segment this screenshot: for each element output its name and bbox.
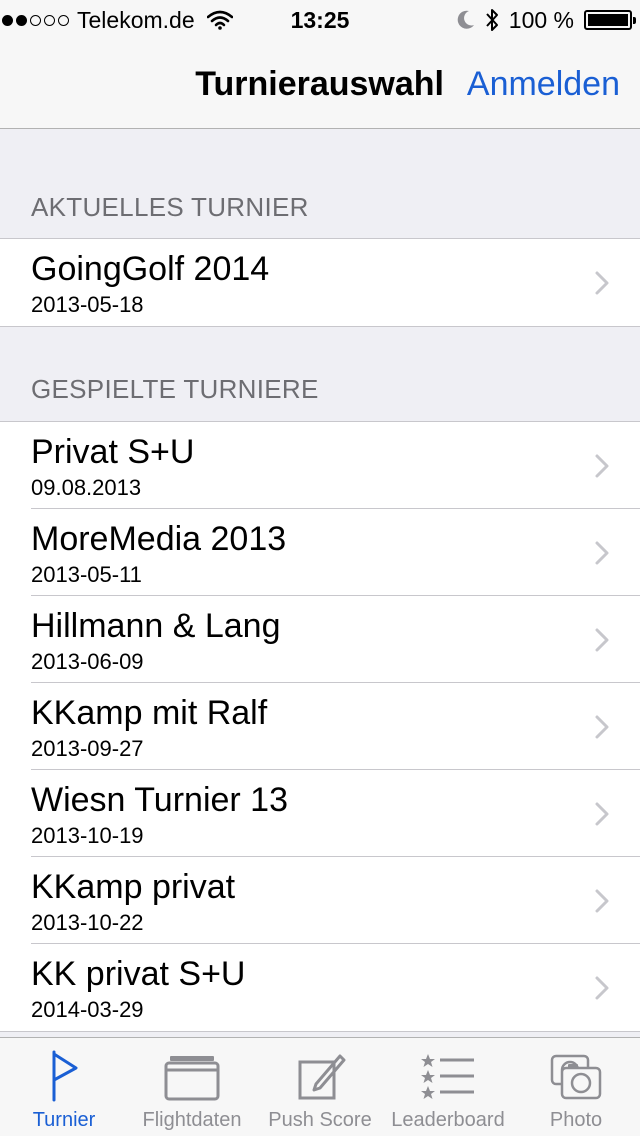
do-not-disturb-icon — [457, 10, 474, 29]
tournament-name: Wiesn Turnier 13 — [31, 781, 288, 819]
tab-label: Leaderboard — [391, 1109, 505, 1131]
chevron-right-icon — [595, 802, 609, 826]
tournament-date: 2013-09-27 — [31, 736, 144, 761]
tournament-date: 2013-10-19 — [31, 823, 144, 848]
list-item[interactable]: Hillmann & Lang 2013-06-09 — [0, 595, 640, 683]
tab-push-score[interactable]: Push Score — [256, 1038, 384, 1136]
section-header-current: AKTUELLES TURNIER — [31, 192, 309, 222]
list-item[interactable]: KKamp mit Ralf 2013-09-27 — [0, 682, 640, 770]
leaderboard-icon — [421, 1054, 474, 1099]
tournament-name: KK privat S+U — [31, 955, 246, 993]
status-bar: Telekom.de 13:25 100 % — [0, 0, 640, 40]
tournament-date: 2013-10-22 — [31, 910, 144, 935]
tab-leaderboard[interactable]: Leaderboard — [384, 1038, 512, 1136]
tab-flightdaten[interactable]: Flightdaten — [128, 1038, 256, 1136]
status-right: 100 % — [457, 6, 636, 34]
flag-icon — [52, 1050, 78, 1102]
tab-label: Turnier — [32, 1109, 96, 1131]
screen: Telekom.de 13:25 100 % Turnierauswahl An… — [0, 0, 640, 1136]
list-item[interactable]: KK privat S+U 2014-03-29 — [0, 943, 640, 1031]
list-item[interactable]: MoreMedia 2013 2013-05-11 — [0, 508, 640, 596]
tournament-name: KKamp privat — [31, 868, 236, 906]
tournament-date: 09.08.2013 — [31, 475, 142, 500]
chevron-right-icon — [595, 976, 609, 1000]
current-tournament-list: GoingGolf 2014 2013-05-18 — [0, 238, 640, 327]
tab-label: Push Score — [268, 1109, 372, 1131]
played-tournaments-list: Privat S+U 09.08.2013 MoreMedia 2013 201… — [0, 421, 640, 1032]
tournament-name: Hillmann & Lang — [31, 607, 281, 645]
chevron-right-icon — [595, 715, 609, 739]
tournament-date: 2013-06-09 — [31, 649, 144, 674]
chevron-right-icon — [595, 454, 609, 478]
flight-data-icon — [164, 1056, 220, 1101]
edit-score-icon — [298, 1054, 346, 1100]
tournament-date: 2013-05-11 — [31, 562, 142, 587]
bluetooth-icon — [486, 9, 498, 31]
tab-bar: Turnier Flightdaten Push Score Leaderboa… — [0, 1037, 640, 1136]
tournament-name: KKamp mit Ralf — [31, 694, 268, 732]
tournament-name: GoingGolf 2014 — [31, 250, 270, 288]
tournament-name: Privat S+U — [31, 433, 195, 471]
tab-turnier[interactable]: Turnier — [0, 1038, 128, 1136]
list-item[interactable]: GoingGolf 2014 2013-05-18 — [0, 239, 640, 326]
chevron-right-icon — [595, 541, 609, 565]
tournament-date: 2013-05-18 — [31, 292, 144, 317]
camera-icon — [550, 1054, 602, 1100]
battery-icon — [584, 10, 636, 30]
chevron-right-icon — [595, 628, 609, 652]
chevron-right-icon — [595, 889, 609, 913]
list-item[interactable]: Wiesn Turnier 13 2013-10-19 — [0, 769, 640, 857]
battery-percentage: 100 % — [508, 6, 574, 33]
tournament-date: 2014-03-29 — [31, 997, 144, 1022]
page-title: Turnierauswahl — [195, 65, 444, 103]
login-button[interactable]: Anmelden — [467, 62, 620, 106]
tab-photo[interactable]: Photo — [512, 1038, 640, 1136]
list-item[interactable]: KKamp privat 2013-10-22 — [0, 856, 640, 944]
tab-label: Photo — [549, 1109, 603, 1131]
top-bar: Telekom.de 13:25 100 % Turnierauswahl An… — [0, 0, 640, 129]
tab-label: Flightdaten — [142, 1109, 242, 1131]
list-item[interactable]: Privat S+U 09.08.2013 — [0, 422, 640, 509]
section-header-played: GESPIELTE TURNIERE — [31, 374, 319, 404]
chevron-right-icon — [595, 271, 609, 295]
tournament-name: MoreMedia 2013 — [31, 520, 287, 558]
